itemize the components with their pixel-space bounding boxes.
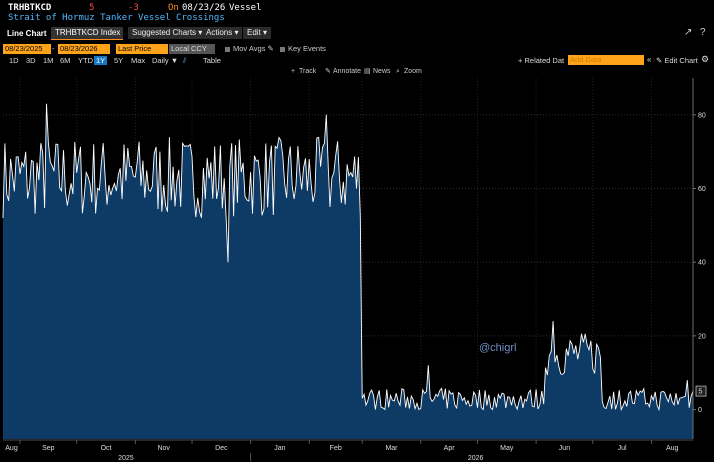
pencil-icon: ✎ <box>656 56 663 65</box>
related-data-text: Related Dat <box>524 56 565 65</box>
start-date-input[interactable]: 08/23/2025 <box>3 44 51 54</box>
field-select[interactable]: Last Price <box>116 44 168 54</box>
change-value: -3 <box>128 3 139 13</box>
x-year-label: 2025 <box>118 455 134 462</box>
x-tick-label: Sep <box>42 445 55 452</box>
suggested-charts-button[interactable]: Suggested Charts ▾ <box>128 27 207 39</box>
track-icon: + <box>291 68 295 75</box>
watermark-text: @chigrl <box>479 342 516 354</box>
options-bar: 08/23/2025 - 08/23/2026 Last Price Local… <box>0 44 714 55</box>
actions-label: Actions <box>206 28 233 37</box>
range-6m[interactable]: 6M <box>58 56 72 65</box>
y-tick-label: 0 <box>698 407 702 414</box>
range-1y[interactable]: 1Y <box>94 56 108 65</box>
edit-chart-button[interactable]: ✎ Edit Chart <box>656 56 698 65</box>
last-value: 5 <box>89 3 95 13</box>
date-separator: - <box>52 44 55 53</box>
x-tick-label: Jul <box>618 445 627 452</box>
x-tick-label: Dec <box>215 445 228 452</box>
chevron-down-icon: ▼ <box>170 56 179 65</box>
related-data-label: + Related Dat <box>518 56 564 65</box>
table-button[interactable]: Table <box>201 56 223 65</box>
suggested-charts-label: Suggested Charts <box>132 28 197 37</box>
range-1d[interactable]: 1D <box>7 56 21 65</box>
chart-tools: + Track ✎ Annotate ▤ News ⌕ Zoom <box>291 68 422 75</box>
x-tick-label: Oct <box>101 445 112 452</box>
collapse-icon[interactable]: « <box>647 55 651 64</box>
zoom-tool[interactable]: Zoom <box>404 68 422 75</box>
last-value-marker-text: 5 <box>699 389 703 396</box>
title-bar: TRHBTKCD 5 -3 On 08/23/26 Vessel Strait … <box>0 0 714 24</box>
x-tick-label: Apr <box>444 445 456 452</box>
track-tool[interactable]: Track <box>299 68 317 75</box>
price-chart[interactable]: + Track ✎ Annotate ▤ News ⌕ Zoom 0 20 40 60… <box>0 66 714 462</box>
chevron-down-icon: ▾ <box>263 28 268 37</box>
key-events-toggle[interactable]: Key Events <box>278 44 328 54</box>
x-tick-label: Aug <box>666 445 679 452</box>
gear-icon[interactable]: ⚙ <box>701 54 709 65</box>
range-1m[interactable]: 1M <box>41 56 55 65</box>
end-date-input[interactable]: 08/23/2026 <box>58 44 110 54</box>
y-tick-label: 80 <box>698 112 706 119</box>
pencil-icon: ✎ <box>267 44 274 53</box>
chevron-down-icon: ▾ <box>234 28 239 37</box>
actions-button[interactable]: Actions ▾ <box>202 27 243 39</box>
x-axis-ticks: Aug Sep Oct Nov Dec Jan Feb Mar Apr May Jun Jul Aug 2… <box>3 439 693 462</box>
edit-button[interactable]: Edit ▾ <box>243 27 272 39</box>
checkbox-icon <box>280 46 285 52</box>
range-bar: 1D 3D 1M 6M YTD 1Y 5Y Max Daily ▼ ⫽ Tabl… <box>0 54 714 66</box>
mov-avgs-toggle[interactable]: Mov Avgs ✎ <box>223 44 276 54</box>
news-tool[interactable]: News <box>373 68 391 75</box>
security-description: Strait of Hormuz Tanker Vessel Crossings <box>8 13 225 23</box>
frequency-select[interactable]: Daily ▼ <box>150 56 180 65</box>
frequency-label: Daily <box>152 56 169 65</box>
range-max[interactable]: Max <box>129 56 147 65</box>
y-tick-label: 20 <box>698 333 706 340</box>
edit-label: Edit <box>247 28 261 37</box>
x-year-label: 2026 <box>468 455 484 462</box>
y-tick-label: 60 <box>698 186 706 193</box>
y-tick-label: 40 <box>698 260 706 267</box>
series-area <box>3 103 693 440</box>
security-input[interactable]: TRHBTKCD Index <box>51 27 123 40</box>
chart-type-label: Line Chart <box>7 29 47 38</box>
export-icon[interactable]: ↗ <box>684 27 692 38</box>
help-icon[interactable]: ? <box>700 27 706 38</box>
mov-avgs-label: Mov Avgs <box>233 44 266 53</box>
range-ytd[interactable]: YTD <box>76 56 95 65</box>
ticker-symbol: TRHBTKCD <box>8 3 52 13</box>
on-label: On <box>168 3 179 13</box>
line-chart-icon[interactable]: ⫽ <box>181 56 188 65</box>
plus-icon: + <box>518 56 523 65</box>
zoom-icon: ⌕ <box>396 68 400 75</box>
news-icon: ▤ <box>364 68 371 75</box>
annotate-icon: ✎ <box>325 68 331 75</box>
checkbox-icon <box>225 46 230 52</box>
last-value-marker: 5 <box>695 385 707 397</box>
x-tick-label: Jun <box>559 445 570 452</box>
x-tick-label: Nov <box>157 445 170 452</box>
add-data-input[interactable]: Add Data <box>568 55 644 65</box>
range-5y[interactable]: 5Y <box>112 56 125 65</box>
unit-label: Vessel <box>229 3 262 13</box>
key-events-label: Key Events <box>288 44 326 53</box>
currency-select[interactable]: Local CCY <box>169 44 215 54</box>
chart-toolbar: Line Chart TRHBTKCD Index Suggested Char… <box>0 26 714 42</box>
x-tick-label: Jan <box>274 445 285 452</box>
x-tick-label: Aug <box>5 445 18 452</box>
annotate-tool[interactable]: Annotate <box>333 68 361 75</box>
x-tick-label: Feb <box>330 445 342 452</box>
header-date: 08/23/26 <box>182 3 226 13</box>
edit-chart-label: Edit Chart <box>664 56 698 65</box>
x-tick-label: May <box>500 445 514 452</box>
x-tick-label: Mar <box>385 445 398 452</box>
range-3d[interactable]: 3D <box>24 56 38 65</box>
y-axis-ticks: 0 20 40 60 80 <box>693 112 706 414</box>
